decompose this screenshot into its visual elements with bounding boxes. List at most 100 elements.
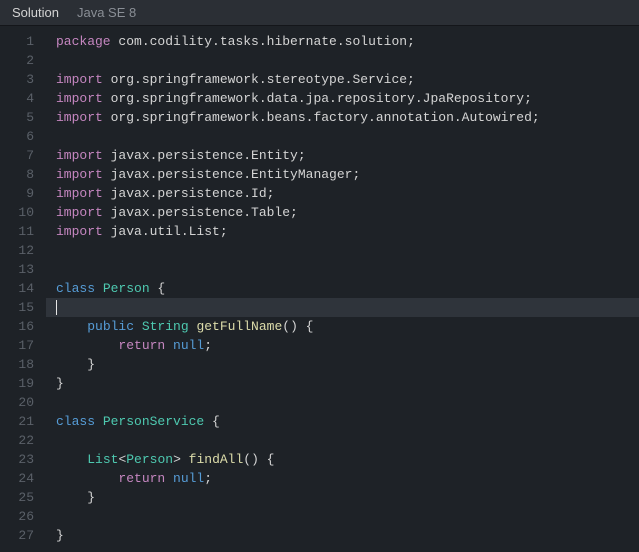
code-token: import xyxy=(56,91,111,106)
code-token: } xyxy=(56,490,95,505)
code-token: org.springframework.stereotype.Service; xyxy=(111,72,415,87)
code-line[interactable]: import javax.persistence.Entity; xyxy=(46,146,639,165)
line-number: 6 xyxy=(0,127,34,146)
code-token: import xyxy=(56,205,111,220)
code-token: import xyxy=(56,167,111,182)
line-number: 15 xyxy=(0,298,34,317)
line-number: 10 xyxy=(0,203,34,222)
code-token: return xyxy=(118,338,173,353)
code-line[interactable]: public String getFullName() { xyxy=(46,317,639,336)
code-line[interactable] xyxy=(46,127,639,146)
code-token: ; xyxy=(204,471,212,486)
tab-solution[interactable]: Solution xyxy=(12,5,59,20)
code-line[interactable] xyxy=(46,260,639,279)
code-token: javax.persistence.EntityManager; xyxy=(111,167,361,182)
code-line[interactable] xyxy=(46,51,639,70)
code-token: import xyxy=(56,72,111,87)
code-line[interactable]: import org.springframework.stereotype.Se… xyxy=(46,70,639,89)
code-token: class xyxy=(56,281,103,296)
line-number: 2 xyxy=(0,51,34,70)
line-number-gutter: 1234567891011121314151617181920212223242… xyxy=(0,26,46,552)
code-token: Person xyxy=(103,281,158,296)
line-number: 11 xyxy=(0,222,34,241)
code-token: org.springframework.data.jpa.repository.… xyxy=(111,91,532,106)
code-line[interactable]: class Person { xyxy=(46,279,639,298)
code-token: class xyxy=(56,414,103,429)
code-line[interactable] xyxy=(46,393,639,412)
code-token: import xyxy=(56,148,111,163)
line-number: 4 xyxy=(0,89,34,108)
line-number: 23 xyxy=(0,450,34,469)
code-token: String xyxy=(142,319,197,334)
code-line[interactable]: } xyxy=(46,488,639,507)
code-token: } xyxy=(56,528,64,543)
line-number: 27 xyxy=(0,526,34,545)
line-number: 16 xyxy=(0,317,34,336)
code-token: javax.persistence.Entity; xyxy=(111,148,306,163)
code-token: java.util.List; xyxy=(111,224,228,239)
code-editor[interactable]: 1234567891011121314151617181920212223242… xyxy=(0,26,639,552)
text-cursor xyxy=(56,300,57,315)
code-token: null xyxy=(173,338,204,353)
code-token: import xyxy=(56,186,111,201)
code-line[interactable]: import javax.persistence.Table; xyxy=(46,203,639,222)
line-number: 7 xyxy=(0,146,34,165)
line-number: 24 xyxy=(0,469,34,488)
line-number: 20 xyxy=(0,393,34,412)
code-token: import xyxy=(56,110,111,125)
code-line[interactable] xyxy=(46,241,639,260)
code-token: package xyxy=(56,34,118,49)
code-token: null xyxy=(173,471,204,486)
line-number: 8 xyxy=(0,165,34,184)
line-number: 22 xyxy=(0,431,34,450)
code-line[interactable]: class PersonService { xyxy=(46,412,639,431)
line-number: 19 xyxy=(0,374,34,393)
code-token: getFullName xyxy=(196,319,282,334)
code-token: > xyxy=(173,452,189,467)
code-token xyxy=(56,471,118,486)
line-number: 17 xyxy=(0,336,34,355)
code-line[interactable]: import java.util.List; xyxy=(46,222,639,241)
code-token: com.codility.tasks.hibernate.solution; xyxy=(118,34,414,49)
code-line[interactable]: return null; xyxy=(46,336,639,355)
line-number: 13 xyxy=(0,260,34,279)
line-number: 9 xyxy=(0,184,34,203)
code-token: import xyxy=(56,224,111,239)
code-token: public xyxy=(87,319,142,334)
code-token: } xyxy=(56,357,95,372)
tab-runtime[interactable]: Java SE 8 xyxy=(77,5,136,20)
code-token: PersonService xyxy=(103,414,212,429)
code-line[interactable] xyxy=(46,507,639,526)
code-line[interactable]: List<Person> findAll() { xyxy=(46,450,639,469)
code-line[interactable]: import org.springframework.data.jpa.repo… xyxy=(46,89,639,108)
line-number: 1 xyxy=(0,32,34,51)
line-number: 14 xyxy=(0,279,34,298)
code-line[interactable]: } xyxy=(46,526,639,545)
line-number: 21 xyxy=(0,412,34,431)
code-token: return xyxy=(118,471,173,486)
editor-header: Solution Java SE 8 xyxy=(0,0,639,26)
code-token: ; xyxy=(204,338,212,353)
code-line[interactable]: } xyxy=(46,355,639,374)
line-number: 26 xyxy=(0,507,34,526)
code-token: javax.persistence.Table; xyxy=(111,205,298,220)
code-token: Person xyxy=(126,452,173,467)
code-line[interactable]: return null; xyxy=(46,469,639,488)
line-number: 5 xyxy=(0,108,34,127)
code-token: { xyxy=(212,414,220,429)
code-token xyxy=(56,452,87,467)
code-line[interactable]: import javax.persistence.Id; xyxy=(46,184,639,203)
code-token: org.springframework.beans.factory.annota… xyxy=(111,110,540,125)
code-token: List xyxy=(87,452,118,467)
code-line[interactable]: import org.springframework.beans.factory… xyxy=(46,108,639,127)
line-number: 12 xyxy=(0,241,34,260)
code-line[interactable]: import javax.persistence.EntityManager; xyxy=(46,165,639,184)
code-line[interactable]: } xyxy=(46,374,639,393)
code-token: () { xyxy=(243,452,274,467)
code-line[interactable] xyxy=(46,298,639,317)
code-token xyxy=(56,338,118,353)
code-line[interactable]: package com.codility.tasks.hibernate.sol… xyxy=(46,32,639,51)
code-line[interactable] xyxy=(46,431,639,450)
code-area[interactable]: package com.codility.tasks.hibernate.sol… xyxy=(46,26,639,552)
line-number: 18 xyxy=(0,355,34,374)
